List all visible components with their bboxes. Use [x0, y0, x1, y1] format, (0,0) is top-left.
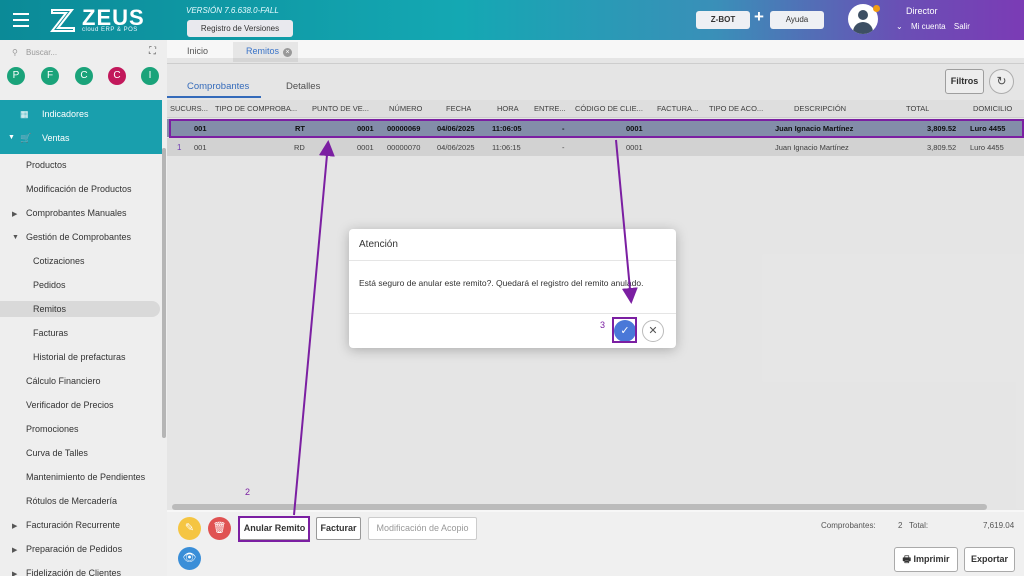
tab-remitos[interactable]: Remitos × — [246, 46, 293, 57]
caret-right-icon: ▶ — [12, 547, 18, 554]
quick-access-p[interactable]: P — [7, 67, 25, 85]
search-icon: ⚲ — [12, 48, 18, 57]
dialog-title: Atención — [359, 239, 398, 250]
sidebar-item-historial-prefacturas[interactable]: Historial de prefacturas — [33, 349, 126, 365]
user-links: ⌄ Mi cuenta Salir — [890, 22, 970, 31]
sidebar-item-modificacion-productos[interactable]: Modificación de Productos — [26, 181, 132, 197]
caret-right-icon: ▶ — [12, 523, 18, 530]
sidebar: ⚲ Buscar... ⛶ P F C C I ▦ Indicadores ▼ … — [0, 40, 167, 576]
exportar-button[interactable]: Exportar — [964, 547, 1015, 572]
view-icon[interactable]: 👁 — [178, 547, 201, 570]
tab-inicio[interactable]: Inicio — [187, 46, 208, 56]
sidebar-item-comprobantes-manuales[interactable]: Comprobantes Manuales — [26, 205, 127, 221]
salir-link[interactable]: Salir — [954, 22, 970, 31]
brand-subtitle: cloud ERP & POS — [82, 27, 138, 33]
highlight-row-box — [169, 119, 1024, 138]
dialog-message: Está seguro de anular este remito?. Qued… — [359, 278, 644, 288]
sidebar-item-preparacion-pedidos[interactable]: Preparación de Pedidos — [26, 541, 122, 557]
annotation-number: 3 — [600, 320, 606, 330]
user-name: Director — [906, 6, 938, 16]
quick-access-c2[interactable]: C — [108, 67, 126, 85]
annotation-number: 2 — [245, 487, 251, 497]
sidebar-scrollbar[interactable] — [162, 148, 166, 438]
highlight-confirm-box — [612, 317, 637, 343]
sidebar-item-curva-talles[interactable]: Curva de Talles — [26, 445, 88, 461]
caret-right-icon: ▶ — [12, 571, 18, 576]
sidebar-item-pedidos[interactable]: Pedidos — [33, 277, 66, 293]
sidebar-item-mantenimiento-pendientes[interactable]: Mantenimiento de Pendientes — [26, 469, 145, 485]
sidebar-search[interactable]: ⚲ Buscar... ⛶ — [10, 46, 160, 60]
ayuda-button[interactable]: Ayuda — [770, 11, 824, 29]
registro-versiones-button[interactable]: Registro de Versiones — [187, 20, 293, 37]
imprimir-button[interactable]: 🖶 Imprimir — [894, 547, 958, 572]
dialog-divider — [349, 313, 676, 314]
cart-icon: 🛒 — [20, 133, 32, 143]
delete-icon[interactable]: 🗑 — [208, 517, 231, 540]
hamburger-menu-icon[interactable] — [13, 13, 29, 27]
grid-icon: ▦ — [20, 109, 29, 119]
fullscreen-icon[interactable]: ⛶ — [149, 46, 156, 57]
printer-icon: 🖶 — [902, 554, 914, 564]
sidebar-item-gestion-comprobantes[interactable]: Gestión de Comprobantes — [26, 229, 131, 245]
caret-down-icon: ▼ — [8, 134, 15, 141]
sidebar-item-verificador-precios[interactable]: Verificador de Precios — [26, 397, 114, 413]
quick-access-c[interactable]: C — [75, 67, 93, 85]
sidebar-item-facturas[interactable]: Facturas — [33, 325, 68, 341]
plus-icon: + — [754, 7, 764, 26]
search-input[interactable]: Buscar... — [26, 48, 57, 57]
sidebar-item-promociones[interactable]: Promociones — [26, 421, 79, 437]
facturar-button[interactable]: Facturar — [316, 517, 361, 540]
sidebar-item-rotulos-mercaderia[interactable]: Rótulos de Mercadería — [26, 493, 117, 509]
dialog-divider — [349, 260, 676, 261]
notification-dot — [873, 5, 880, 12]
edit-icon[interactable]: ✎ — [178, 517, 201, 540]
version-label: VERSIÓN 7.6.638.0-FALL — [186, 6, 279, 15]
quick-access-f[interactable]: F — [41, 67, 59, 85]
sidebar-item-fidelizacion-clientes[interactable]: Fidelización de Clientes — [26, 565, 121, 576]
quick-access-i[interactable]: I — [141, 67, 159, 85]
sidebar-section-active: ▦ Indicadores ▼ 🛒 Ventas — [0, 100, 162, 154]
chevron-down-icon[interactable]: ⌄ — [896, 22, 903, 31]
mi-cuenta-link[interactable]: Mi cuenta — [911, 22, 946, 31]
caret-down-icon: ▼ — [12, 234, 19, 241]
sidebar-item-calculo-financiero[interactable]: Cálculo Financiero — [26, 373, 101, 389]
sidebar-item-remitos[interactable]: Remitos — [0, 301, 160, 317]
top-bar: ZEUS cloud ERP & POS VERSIÓN 7.6.638.0-F… — [0, 0, 1024, 40]
total-value: 7,619.04 — [983, 521, 1015, 530]
total-label: Total: — [909, 521, 929, 530]
zeus-logo-mark-icon — [50, 9, 75, 32]
comprobantes-label: Comprobantes: — [821, 521, 876, 530]
zbot-button[interactable]: Z-BOT — [696, 11, 750, 29]
modificacion-acopio-button[interactable]: Modificación de Acopio — [368, 517, 477, 540]
caret-right-icon: ▶ — [12, 211, 18, 218]
sidebar-item-facturacion-recurrente[interactable]: Facturación Recurrente — [26, 517, 120, 533]
comprobantes-count: 2 — [898, 521, 903, 530]
close-icon[interactable]: × — [283, 48, 293, 57]
highlight-anular-box — [238, 516, 310, 542]
cancel-icon[interactable]: ✕ — [642, 320, 664, 342]
imprimir-label: Imprimir — [913, 554, 950, 564]
sidebar-item-cotizaciones[interactable]: Cotizaciones — [33, 253, 85, 269]
tab-remitos-label: Remitos — [246, 46, 280, 56]
sidebar-item-productos[interactable]: Productos — [26, 157, 67, 173]
zeus-logo: ZEUS cloud ERP & POS — [50, 5, 160, 36]
table-horizontal-scrollbar[interactable] — [172, 504, 987, 510]
